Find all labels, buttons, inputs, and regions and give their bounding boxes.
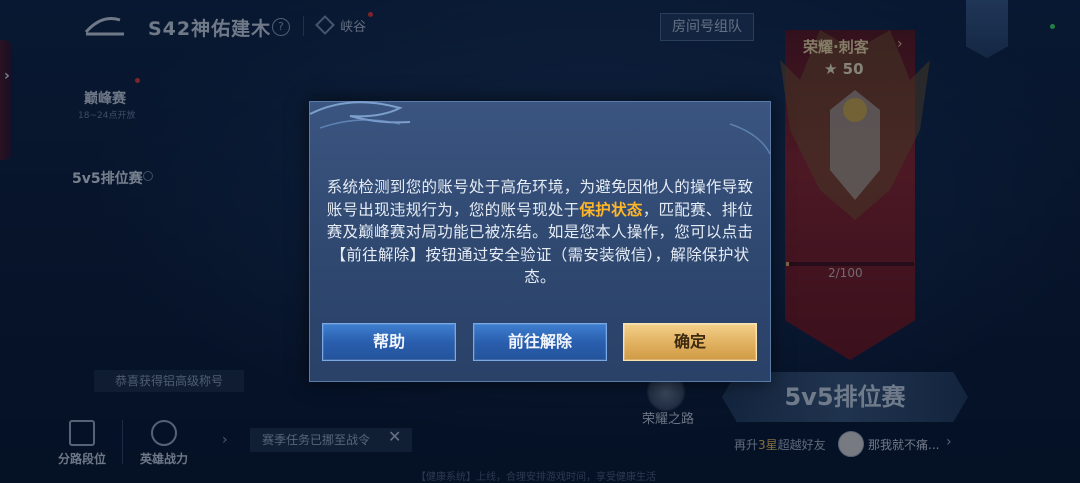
game-lobby-screen: › S42神佑建木 ? 峡谷 房间号组队 巅峰赛 18~24点开放 5v5排位赛… [0, 0, 1080, 483]
cloud-ornament-icon [309, 101, 771, 155]
protection-status-highlight: 保护状态 [579, 200, 643, 219]
dialog-message: 系统检测到您的账号处于高危环境，为避免因他人的操作导致账号出现违规行为，您的账号… [326, 178, 754, 286]
confirm-button[interactable]: 确定 [623, 323, 757, 361]
unlock-button[interactable]: 前往解除 [473, 323, 607, 361]
help-button[interactable]: 帮助 [322, 323, 456, 361]
